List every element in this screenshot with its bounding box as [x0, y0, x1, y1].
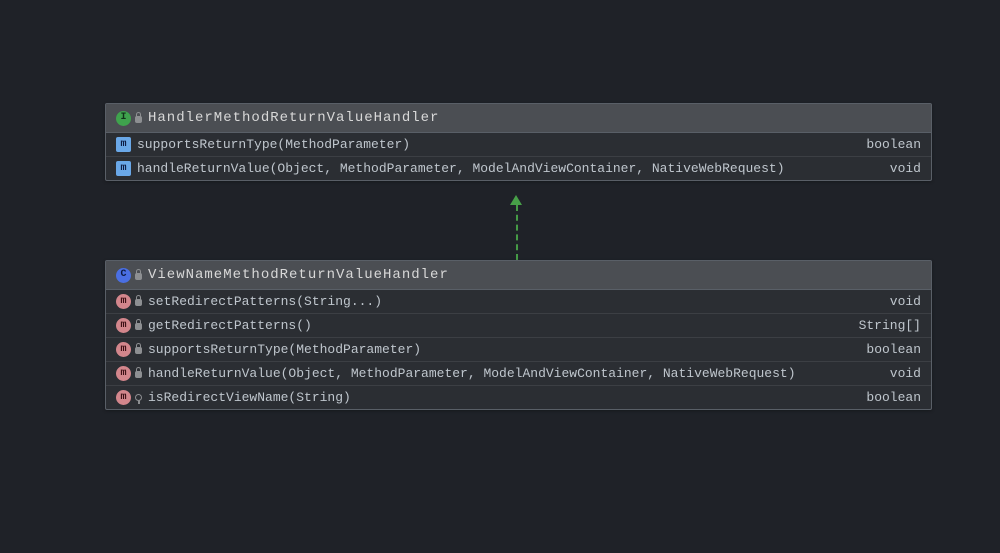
member-signature: supportsReturnType(MethodParameter) [137, 137, 846, 152]
class-icon: C [116, 268, 131, 283]
member-row[interactable]: m setRedirectPatterns(String...) void [106, 290, 931, 313]
abstract-method-icon: m [116, 137, 131, 152]
class-name: ViewNameMethodReturnValueHandler [148, 267, 449, 283]
member-signature: isRedirectViewName(String) [148, 390, 846, 405]
lock-icon [135, 347, 142, 354]
interface-members: m supportsReturnType(MethodParameter) bo… [106, 133, 931, 180]
member-return: boolean [866, 390, 921, 405]
member-return: void [890, 366, 921, 381]
method-icon: m [116, 318, 131, 333]
key-icon [135, 394, 142, 401]
lock-icon [135, 371, 142, 378]
implements-arrow [516, 205, 518, 260]
lock-icon [135, 299, 142, 306]
member-return: String[] [859, 318, 921, 333]
member-return: void [890, 161, 921, 176]
member-return: void [890, 294, 921, 309]
class-header[interactable]: C ViewNameMethodReturnValueHandler [106, 261, 931, 290]
arrow-head-icon [510, 195, 522, 205]
member-row[interactable]: m handleReturnValue(Object, MethodParame… [106, 156, 931, 180]
method-icon: m [116, 366, 131, 381]
member-return: boolean [866, 342, 921, 357]
interface-box[interactable]: I HandlerMethodReturnValueHandler m supp… [105, 103, 932, 181]
member-return: boolean [866, 137, 921, 152]
class-members: m setRedirectPatterns(String...) void m … [106, 290, 931, 409]
member-row[interactable]: m handleReturnValue(Object, MethodParame… [106, 361, 931, 385]
lock-icon [135, 116, 142, 123]
method-icon: m [116, 294, 131, 309]
method-icon: m [116, 390, 131, 405]
member-row[interactable]: m supportsReturnType(MethodParameter) bo… [106, 133, 931, 156]
method-icon: m [116, 342, 131, 357]
class-box[interactable]: C ViewNameMethodReturnValueHandler m set… [105, 260, 932, 410]
interface-name: HandlerMethodReturnValueHandler [148, 110, 439, 126]
member-signature: getRedirectPatterns() [148, 318, 839, 333]
interface-header[interactable]: I HandlerMethodReturnValueHandler [106, 104, 931, 133]
member-row[interactable]: m getRedirectPatterns() String[] [106, 313, 931, 337]
member-signature: setRedirectPatterns(String...) [148, 294, 870, 309]
lock-icon [135, 323, 142, 330]
diagram-canvas: I HandlerMethodReturnValueHandler m supp… [0, 0, 1000, 553]
member-row[interactable]: m isRedirectViewName(String) boolean [106, 385, 931, 409]
member-row[interactable]: m supportsReturnType(MethodParameter) bo… [106, 337, 931, 361]
abstract-method-icon: m [116, 161, 131, 176]
member-signature: handleReturnValue(Object, MethodParamete… [137, 161, 870, 176]
lock-icon [135, 273, 142, 280]
member-signature: supportsReturnType(MethodParameter) [148, 342, 846, 357]
member-signature: handleReturnValue(Object, MethodParamete… [148, 366, 870, 381]
interface-icon: I [116, 111, 131, 126]
